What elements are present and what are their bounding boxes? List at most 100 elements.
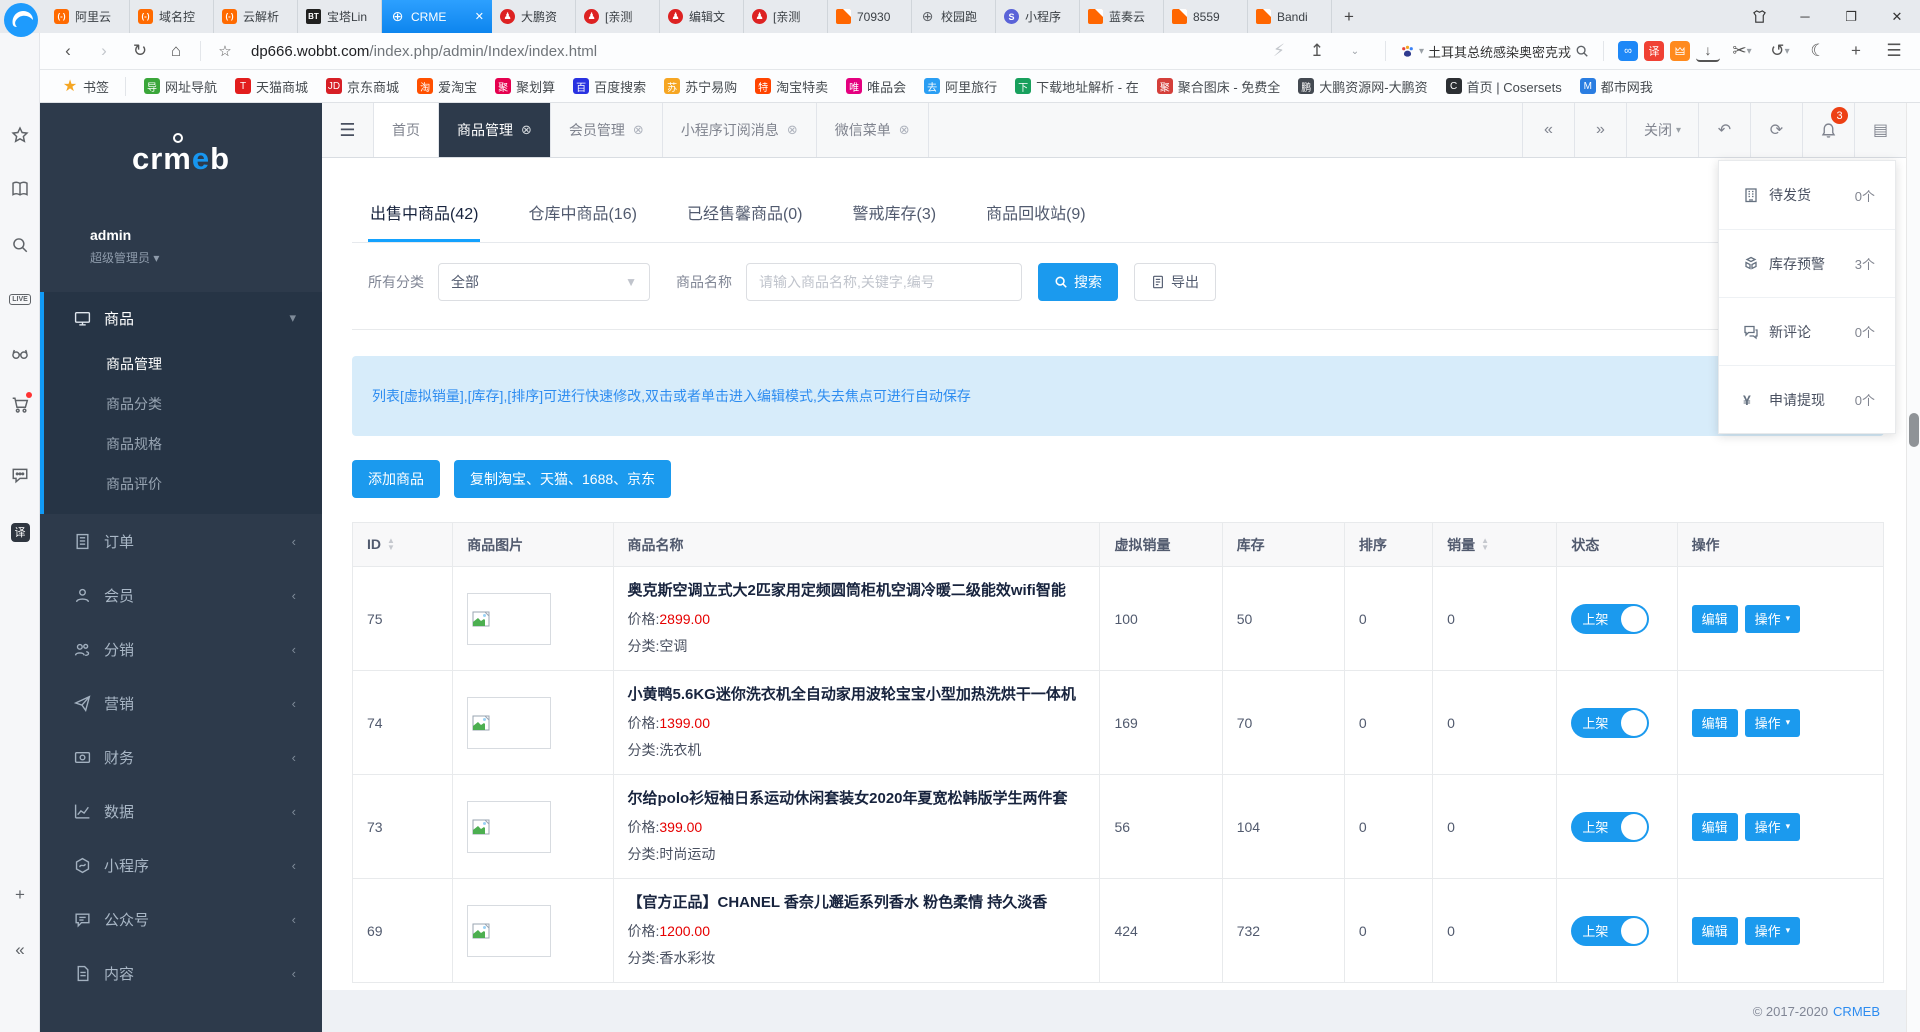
undo-icon[interactable]: ↶ <box>1698 103 1750 157</box>
bookmark-star-icon[interactable]: ☆ <box>209 37 241 65</box>
download-icon[interactable]: ↓ <box>1696 40 1720 62</box>
cell-stock[interactable]: 50 <box>1222 567 1344 671</box>
sync-icon[interactable]: ∞ <box>1618 41 1638 61</box>
browser-tab[interactable]: 8559 <box>1164 0 1248 33</box>
sidebar-item-商品[interactable]: 商品▾ <box>44 292 322 344</box>
bookmark-item[interactable]: 鹏大鹏资源网-大鹏资 <box>1298 77 1427 96</box>
edit-button[interactable]: 编辑 <box>1692 917 1738 945</box>
status-toggle[interactable]: 上架 <box>1571 916 1649 946</box>
browser-tab[interactable]: 宝塔Lin <box>298 0 382 33</box>
edit-button[interactable]: 编辑 <box>1692 813 1738 841</box>
browser-tab[interactable]: 域名控 <box>130 0 214 33</box>
browser-tab[interactable]: 70930 <box>828 0 912 33</box>
bookmark-item[interactable]: M都市网我 <box>1580 77 1653 96</box>
panel-item-库存预警[interactable]: 库存预警3个 <box>1719 229 1895 297</box>
browser-tab[interactable]: 小程序 <box>996 0 1080 33</box>
bookmark-item[interactable]: 唯唯品会 <box>846 77 906 96</box>
sidebar-subitem-商品管理[interactable]: 商品管理 <box>44 344 322 384</box>
close-tab-icon[interactable]: ⊗ <box>633 122 644 138</box>
bookmark-item[interactable]: ★书签 <box>62 77 126 96</box>
close-tab-icon[interactable]: ⊗ <box>899 122 910 138</box>
cart-icon[interactable] <box>0 388 40 422</box>
collapse-icon[interactable]: « <box>0 933 40 967</box>
chevron-down-icon[interactable]: ⌄ <box>1339 37 1371 65</box>
lightning-icon[interactable]: ⚡ <box>1263 37 1295 65</box>
operate-dropdown-button[interactable]: 操作▾ <box>1745 605 1801 633</box>
cell-stock[interactable]: 104 <box>1222 775 1344 879</box>
minimize-button[interactable]: ─ <box>1782 0 1828 33</box>
nav-tab-小程序订阅消息[interactable]: 小程序订阅消息⊗ <box>663 103 817 157</box>
browser-logo-icon[interactable] <box>3 2 39 38</box>
reading-book-icon[interactable] <box>0 172 40 206</box>
cell-sort[interactable]: 0 <box>1344 879 1432 983</box>
browser-tab[interactable]: Bandi <box>1248 0 1332 33</box>
sort-icons[interactable]: ▲▼ <box>387 539 395 553</box>
goggles-icon[interactable] <box>0 337 40 371</box>
bookmark-item[interactable]: 淘爱淘宝 <box>417 77 477 96</box>
nav-tab-会员管理[interactable]: 会员管理⊗ <box>551 103 663 157</box>
search-icon[interactable] <box>0 228 40 262</box>
cell-sales[interactable]: 0 <box>1433 671 1557 775</box>
scroll-tabs-left-icon[interactable]: « <box>1522 103 1574 157</box>
panel-item-待发货[interactable]: 待发货0个 <box>1719 161 1895 229</box>
search-button[interactable]: 搜索 <box>1038 263 1118 301</box>
brand-link[interactable]: CRMEB <box>1833 1004 1880 1019</box>
forward-icon[interactable]: › <box>88 37 120 65</box>
cell-virtual-sales[interactable]: 424 <box>1100 879 1222 983</box>
user-role-dropdown[interactable]: 超级管理员 ▾ <box>90 249 322 266</box>
browser-tab[interactable]: 大鹏资 <box>492 0 576 33</box>
sidebar-item-营销[interactable]: 营销‹ <box>40 676 322 730</box>
cell-virtual-sales[interactable]: 56 <box>1100 775 1222 879</box>
sidebar-item-订单[interactable]: 订单‹ <box>40 514 322 568</box>
edit-button[interactable]: 编辑 <box>1692 709 1738 737</box>
sidebar-toggle-icon[interactable]: ☰ <box>322 103 374 157</box>
operate-dropdown-button[interactable]: 操作▾ <box>1745 709 1801 737</box>
product-tab-警戒库存(3)[interactable]: 警戒库存(3) <box>851 190 939 242</box>
url-text[interactable]: dp666.wobbt.com/index.php/admin/Index/in… <box>251 43 597 60</box>
close-tab-icon[interactable]: ✕ <box>475 10 484 23</box>
cell-sales[interactable]: 0 <box>1433 775 1557 879</box>
notifications-bell[interactable]: 3 <box>1802 103 1854 157</box>
bookmark-item[interactable]: 下下载地址解析 - 在 <box>1015 77 1139 96</box>
product-image-placeholder[interactable] <box>467 905 551 957</box>
profile-icon[interactable] <box>1736 0 1782 33</box>
sidebar-item-会员[interactable]: 会员‹ <box>40 568 322 622</box>
status-toggle[interactable]: 上架 <box>1571 708 1649 738</box>
category-select[interactable]: 全部 ▼ <box>438 263 650 301</box>
product-tab-商品回收站(9)[interactable]: 商品回收站(9) <box>984 190 1088 242</box>
menu-icon[interactable]: ☰ <box>1878 37 1910 65</box>
browser-tab[interactable]: 蓝奏云 <box>1080 0 1164 33</box>
cell-sort[interactable]: 0 <box>1344 567 1432 671</box>
new-tab-button[interactable]: + <box>1332 0 1366 33</box>
status-toggle[interactable]: 上架 <box>1571 812 1649 842</box>
browser-tab[interactable]: [亲测 <box>744 0 828 33</box>
translate-icon[interactable]: 译 <box>1644 41 1664 61</box>
gamepad-icon[interactable]: 🜲 <box>1670 41 1690 61</box>
operate-dropdown-button[interactable]: 操作▾ <box>1745 917 1801 945</box>
browser-tab[interactable]: 编辑文 <box>660 0 744 33</box>
bookmark-item[interactable]: 聚聚合图床 - 免费全 <box>1157 77 1281 96</box>
scroll-tabs-right-icon[interactable]: » <box>1574 103 1626 157</box>
sidebar-item-数据[interactable]: 数据‹ <box>40 784 322 838</box>
scissors-icon[interactable]: ✂▾ <box>1726 37 1758 65</box>
nav-tab-商品管理[interactable]: 商品管理⊗ <box>439 103 551 157</box>
browser-tab[interactable]: 阿里云 <box>46 0 130 33</box>
home-icon[interactable]: ⌂ <box>160 37 192 65</box>
favorites-star-icon[interactable] <box>0 118 40 152</box>
close-window-button[interactable]: ✕ <box>1874 0 1920 33</box>
copy-product-button[interactable]: 复制淘宝、天猫、1688、京东 <box>454 460 671 498</box>
sidebar-item-公众号[interactable]: 公众号‹ <box>40 892 322 946</box>
address-bar[interactable]: ☆ dp666.wobbt.com/index.php/admin/Index/… <box>209 37 1263 65</box>
cell-sort[interactable]: 0 <box>1344 671 1432 775</box>
product-tab-仓库中商品(16)[interactable]: 仓库中商品(16) <box>526 190 638 242</box>
product-image-placeholder[interactable] <box>467 697 551 749</box>
cell-sales[interactable]: 0 <box>1433 879 1557 983</box>
nav-tab-首页[interactable]: 首页 <box>374 103 439 157</box>
live-icon[interactable]: LIVE <box>0 282 40 316</box>
restore-button[interactable]: ❐ <box>1828 0 1874 33</box>
sidebar-subitem-商品规格[interactable]: 商品规格 <box>44 424 322 464</box>
status-toggle[interactable]: 上架 <box>1571 604 1649 634</box>
bookmark-item[interactable]: JD京东商城 <box>326 77 399 96</box>
bookmark-item[interactable]: 百百度搜索 <box>573 77 646 96</box>
nav-tab-微信菜单[interactable]: 微信菜单⊗ <box>817 103 929 157</box>
